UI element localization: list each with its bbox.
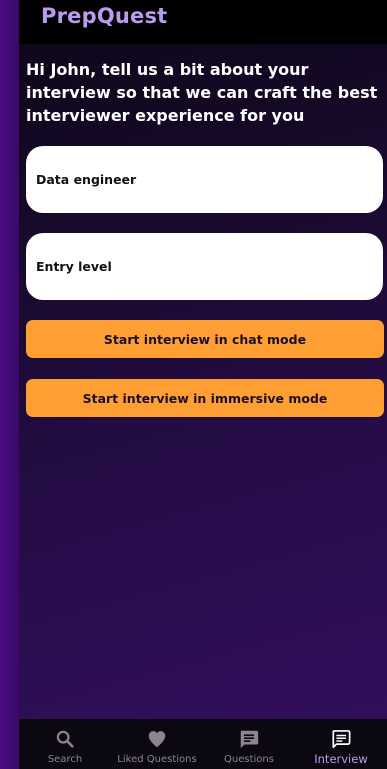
app-header: PrepQuest — [19, 0, 387, 44]
chat-bubble-icon — [240, 730, 259, 749]
nav-item-liked-questions[interactable]: Liked Questions — [111, 719, 203, 769]
app-brand: PrepQuest — [41, 4, 168, 28]
nav-item-questions[interactable]: Questions — [203, 719, 295, 769]
search-icon — [56, 730, 74, 748]
intro-message: Hi John, tell us a bit about your interv… — [26, 60, 378, 125]
chat-bubble-icon — [332, 730, 351, 749]
nav-item-search[interactable]: Search — [19, 719, 111, 769]
job-role-input[interactable] — [26, 146, 383, 213]
heart-icon — [148, 731, 166, 748]
start-chat-interview-button[interactable]: Start interview in chat mode — [26, 320, 384, 358]
bottom-navigation: Search Liked Questions Questions Intervi… — [19, 719, 387, 769]
start-immersive-interview-button[interactable]: Start interview in immersive mode — [26, 379, 384, 417]
nav-label-liked-questions: Liked Questions — [117, 754, 197, 765]
nav-label-search: Search — [47, 754, 83, 765]
screen-frame: PrepQuest Hi John, tell us a bit about y… — [0, 0, 387, 769]
nav-label-questions: Questions — [224, 754, 274, 765]
nav-label-interview: Interview — [314, 752, 368, 766]
nav-item-interview[interactable]: Interview — [295, 719, 387, 769]
experience-level-input[interactable] — [26, 233, 383, 300]
app-screen: PrepQuest Hi John, tell us a bit about y… — [19, 0, 387, 769]
